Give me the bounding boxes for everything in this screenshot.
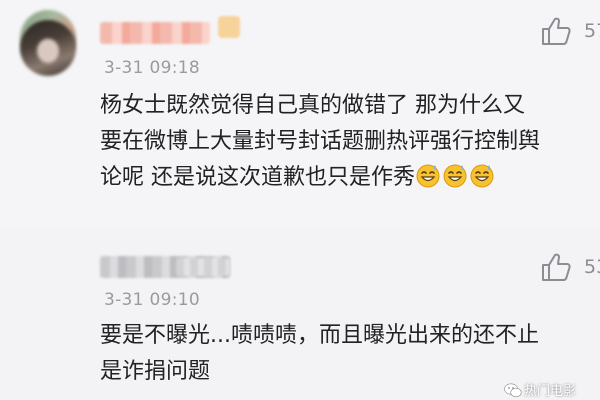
watermark: 热门电影: [504, 380, 576, 400]
grinning-sweat-emoji: [416, 164, 440, 188]
comment-text-line: 论呢 还是说这次道歉也只是作秀: [100, 165, 415, 190]
comment-text-line: 是诈捐问题: [100, 359, 211, 384]
comment-text-line: 要是不曝光...啧啧啧，而且曝光出来的还不止: [100, 323, 539, 348]
comment-text: 杨女士既然觉得自己真的做错了 那为什么又 要在微博上大量封号封话题删热评强行控制…: [100, 88, 540, 196]
username-blurred-suffix: [176, 258, 230, 276]
username-blurred[interactable]: [100, 22, 210, 44]
watermark-text: 热门电影: [524, 384, 577, 399]
comment-text: 要是不曝光...啧啧啧，而且曝光出来的还不止 是诈捐问题: [100, 318, 539, 390]
comment-text-line: 要在微博上大量封号封话题删热评强行控制舆: [100, 129, 541, 154]
comment-list: 3-31 09:18 57 杨女士既然觉得自己真的做错了 那为什么又 要在微博上…: [0, 0, 600, 400]
avatar[interactable]: [20, 20, 76, 76]
like-count: 57: [584, 20, 600, 42]
comment-timestamp: 3-31 09:18: [104, 58, 200, 78]
grinning-sweat-emoji: [470, 164, 494, 188]
comment-text-line-with-emoji: 论呢 还是说这次道歉也只是作秀: [100, 160, 540, 196]
thumbs-up-icon: [542, 253, 571, 281]
grinning-sweat-emoji: [443, 164, 467, 188]
user-badge-icon: [218, 16, 240, 38]
thumbs-up-icon: [542, 17, 571, 45]
comment-text-line: 杨女士既然觉得自己真的做错了 那为什么又: [100, 93, 525, 118]
like-button[interactable]: 53: [540, 252, 600, 284]
like-count: 53: [584, 256, 600, 278]
wechat-icon: [504, 383, 522, 398]
emoji-group: [415, 164, 496, 190]
like-button[interactable]: 57: [540, 16, 600, 48]
comment-timestamp: 3-31 09:10: [104, 290, 200, 310]
